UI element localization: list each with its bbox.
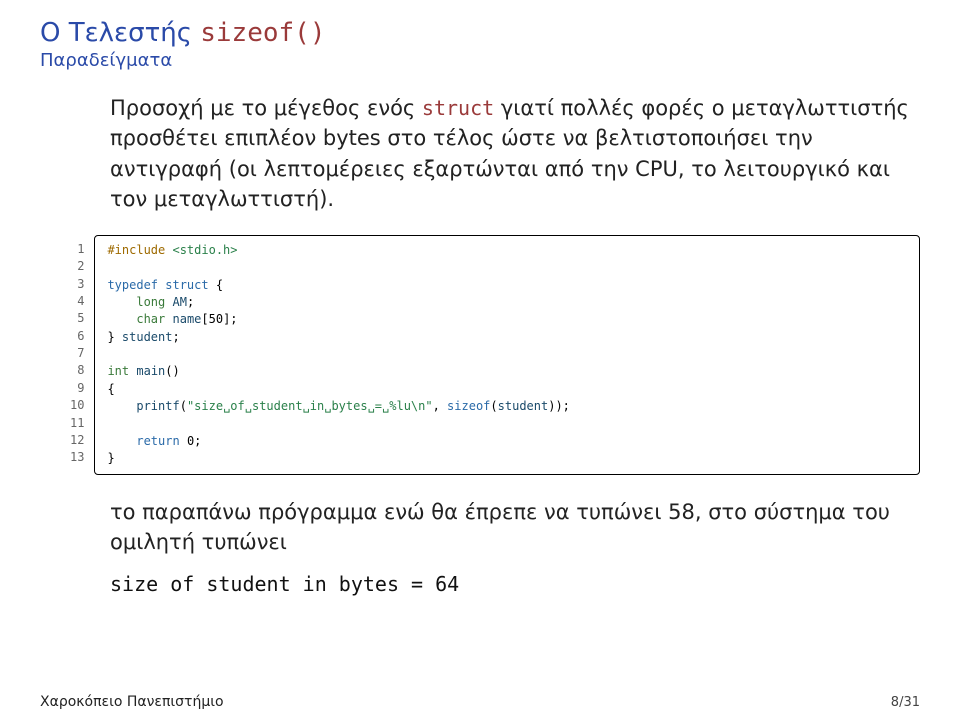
tok-brace-close-2: } [107,451,114,465]
tok-indent-10 [107,399,136,413]
tok-indent-4 [107,295,136,309]
tok-student-arg: student [498,399,549,413]
tok-char: char [136,312,165,326]
title-operator-tt: sizeof() [200,18,325,48]
tok-zero: 0; [180,434,202,448]
struct-keyword: struct [422,96,494,120]
footer-page-number: 8/31 [891,695,920,710]
paragraph-intro: Προσοχή με το μέγεθος ενός struct γιατί … [110,93,920,215]
tok-indent-5 [107,312,136,326]
para1-seg1: Προσοχή με το μέγεθος ενός [110,96,422,120]
tok-int: int [107,364,129,378]
slide-title: Ο Τελεστής sizeof() [40,18,920,48]
tok-typedef-struct: typedef struct [107,278,208,292]
tok-paren-open-10: ( [180,399,187,413]
tok-paren-close-10: )); [548,399,570,413]
tok-sc-4: ; [187,295,194,309]
tok-am: AM [165,295,187,309]
tok-comma-10: , [433,399,447,413]
tok-fmt-string: "size␣of␣student␣in␣bytes␣=␣%lu\n" [187,399,433,413]
tok-printf: printf [136,399,179,413]
tok-main-parens: () [165,364,179,378]
slide-subtitle: Παραδείγματα [40,50,920,71]
tok-sc-6: ; [172,330,179,344]
tok-brace-open-2: { [107,382,114,396]
tok-main: main [129,364,165,378]
output-tt: size of student in bytes = 64 [110,572,920,596]
paragraph-result: το παραπάνω πρόγραμμα ενώ θα έπρεπε να τ… [110,497,920,558]
tok-name: name [165,312,201,326]
code-listing: #include <stdio.h> typedef struct { long… [94,235,920,475]
tok-long: long [136,295,165,309]
footer-institution: Χαροκόπειο Πανεπιστήμιο [40,694,224,710]
slide-page: Ο Τελεστής sizeof() Παραδείγματα Προσοχή… [0,0,960,718]
footer: Χαροκόπειο Πανεπιστήμιο 8/31 [40,694,920,710]
tok-include: #include [107,243,165,257]
title-prefix: Ο Τελεστής [40,18,192,48]
code-line-numbers: 1 2 3 4 5 6 7 8 9 10 11 12 13 [70,235,94,475]
tok-indent-12 [107,434,136,448]
code-block: 1 2 3 4 5 6 7 8 9 10 11 12 13 #include <… [70,235,920,475]
tok-name-dim: [50]; [201,312,237,326]
tok-student-type: student [122,330,173,344]
tok-paren-open-10b: ( [490,399,497,413]
tok-brace-open-1: { [209,278,223,292]
tok-include-file: <stdio.h> [165,243,237,257]
tok-return: return [136,434,179,448]
tok-sizeof: sizeof [447,399,490,413]
tok-brace-close-1: } [107,330,121,344]
